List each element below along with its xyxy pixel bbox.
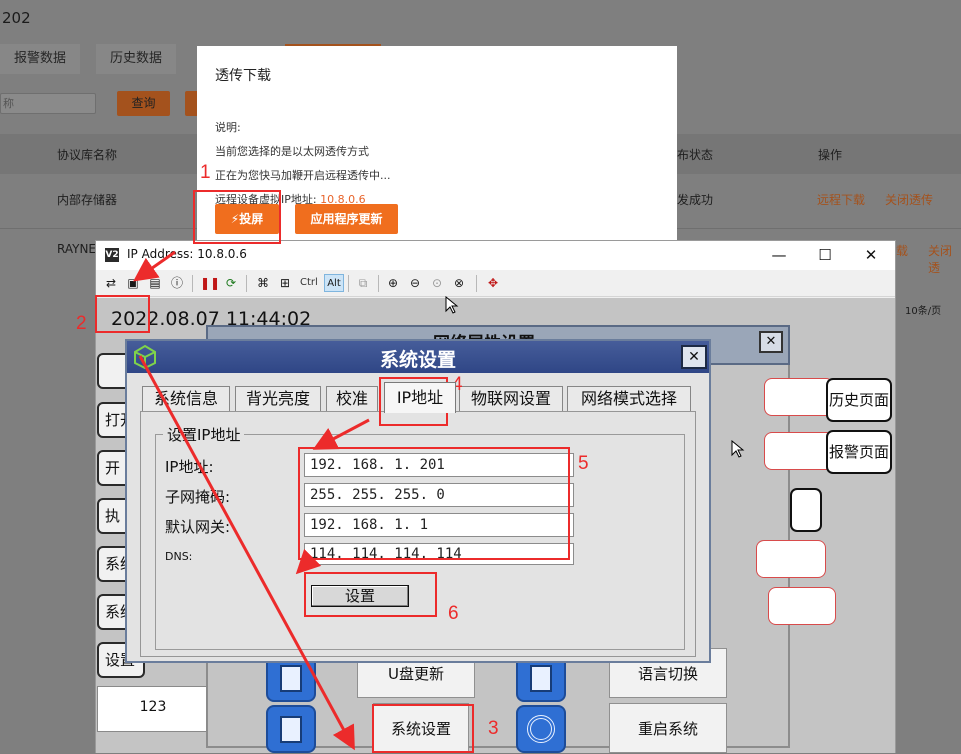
annotation-box-1 bbox=[193, 190, 281, 244]
annotation-number: 2 bbox=[76, 313, 87, 334]
annotation-box-6 bbox=[304, 572, 437, 617]
annotation-number: 5 bbox=[578, 453, 589, 474]
tab-ip-address[interactable]: IP地址 bbox=[384, 382, 456, 413]
annotation-number: 1 bbox=[200, 162, 211, 183]
annotation-arrows bbox=[133, 250, 370, 751]
mouse-cursor-icon bbox=[731, 440, 745, 458]
annotation-number: 6 bbox=[448, 603, 459, 624]
annotation-box-5 bbox=[298, 447, 570, 560]
annotation-number: 3 bbox=[488, 718, 499, 739]
annotation-box-2 bbox=[95, 295, 150, 333]
annotation-box-3 bbox=[372, 704, 474, 753]
mouse-cursor-icon bbox=[445, 296, 459, 314]
